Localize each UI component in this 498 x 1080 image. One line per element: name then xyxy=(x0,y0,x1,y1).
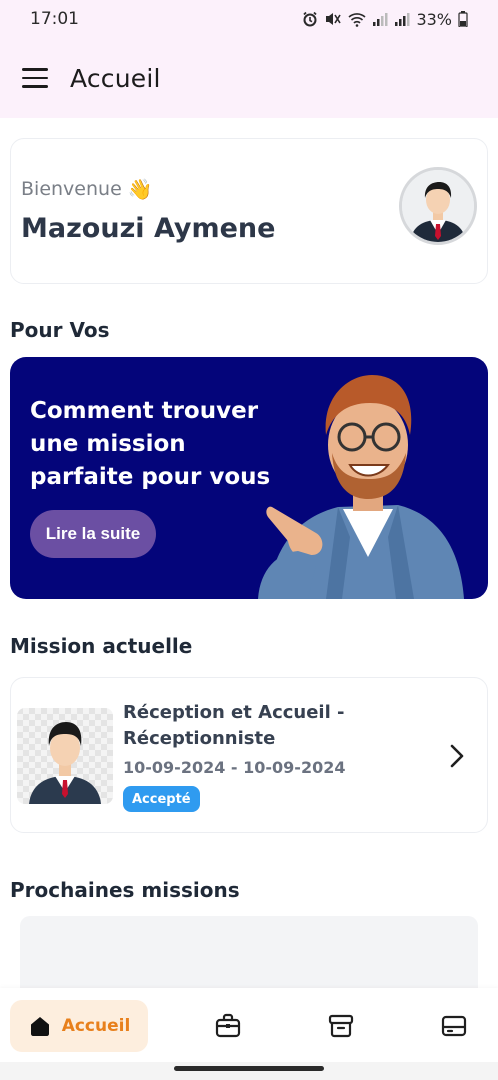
menu-icon[interactable] xyxy=(22,68,48,88)
mission-person-image xyxy=(17,708,113,804)
date-separator: - xyxy=(225,758,244,777)
page-title: Accueil xyxy=(70,63,161,93)
mission-dates: 10-09-2024 - 10-09-2024 xyxy=(123,758,345,777)
battery-percent: 33% xyxy=(416,9,452,29)
mute-icon xyxy=(326,13,342,25)
bottom-navigation: Accueil xyxy=(0,988,498,1062)
nav-item-card[interactable] xyxy=(428,1000,480,1052)
welcome-card: Bienvenue 👋 Mazouzi Aymene xyxy=(10,138,488,284)
avatar[interactable] xyxy=(399,167,477,245)
greeting-text: Bienvenue xyxy=(21,178,122,200)
chevron-right-icon[interactable] xyxy=(447,742,467,770)
status-icons: 33% xyxy=(302,10,468,29)
archive-icon xyxy=(328,1014,354,1038)
home-icon xyxy=(30,1017,49,1036)
mission-title: Réception et Accueil - Réceptionniste xyxy=(123,702,345,749)
waving-hand-icon: 👋 xyxy=(127,177,153,201)
nav-item-home[interactable]: Accueil xyxy=(10,1000,148,1052)
card-icon xyxy=(441,1015,467,1037)
section-title-for-you: Pour Vos xyxy=(10,318,110,342)
section-title-upcoming-missions: Prochaines missions xyxy=(10,878,240,902)
status-badge: Accepté xyxy=(123,786,200,812)
section-title-current-mission: Mission actuelle xyxy=(10,634,193,658)
mission-start-date: 10-09-2024 xyxy=(123,758,226,777)
status-time: 17:01 xyxy=(30,9,79,29)
wifi-icon xyxy=(348,13,366,27)
user-name: Mazouzi Aymene xyxy=(21,213,276,244)
welcome-greeting: Bienvenue 👋 xyxy=(21,177,153,201)
read-more-button[interactable]: Lire la suite xyxy=(30,510,156,558)
status-bar: 17:01 33% xyxy=(0,0,498,38)
mission-thumbnail xyxy=(17,708,113,804)
mission-end-date: 10-09-2024 xyxy=(243,758,346,777)
battery-icon xyxy=(458,11,468,27)
nav-item-archive[interactable] xyxy=(315,1000,367,1052)
promo-banner[interactable]: Comment trouver une mission parfaite pou… xyxy=(10,357,488,599)
signal-icon-2 xyxy=(395,13,410,26)
banner-person-image xyxy=(258,375,464,599)
current-mission-card[interactable]: Réception et Accueil - Réceptionniste 10… xyxy=(10,677,488,833)
app-bar: Accueil xyxy=(0,38,498,118)
nav-item-missions[interactable] xyxy=(202,1000,254,1052)
nav-home-label: Accueil xyxy=(61,1016,131,1036)
briefcase-icon xyxy=(215,1013,241,1038)
system-nav-area xyxy=(0,1062,498,1080)
signal-icon xyxy=(373,13,388,26)
alarm-icon xyxy=(303,11,318,27)
gesture-handle[interactable] xyxy=(174,1066,324,1071)
avatar-image xyxy=(402,170,474,242)
